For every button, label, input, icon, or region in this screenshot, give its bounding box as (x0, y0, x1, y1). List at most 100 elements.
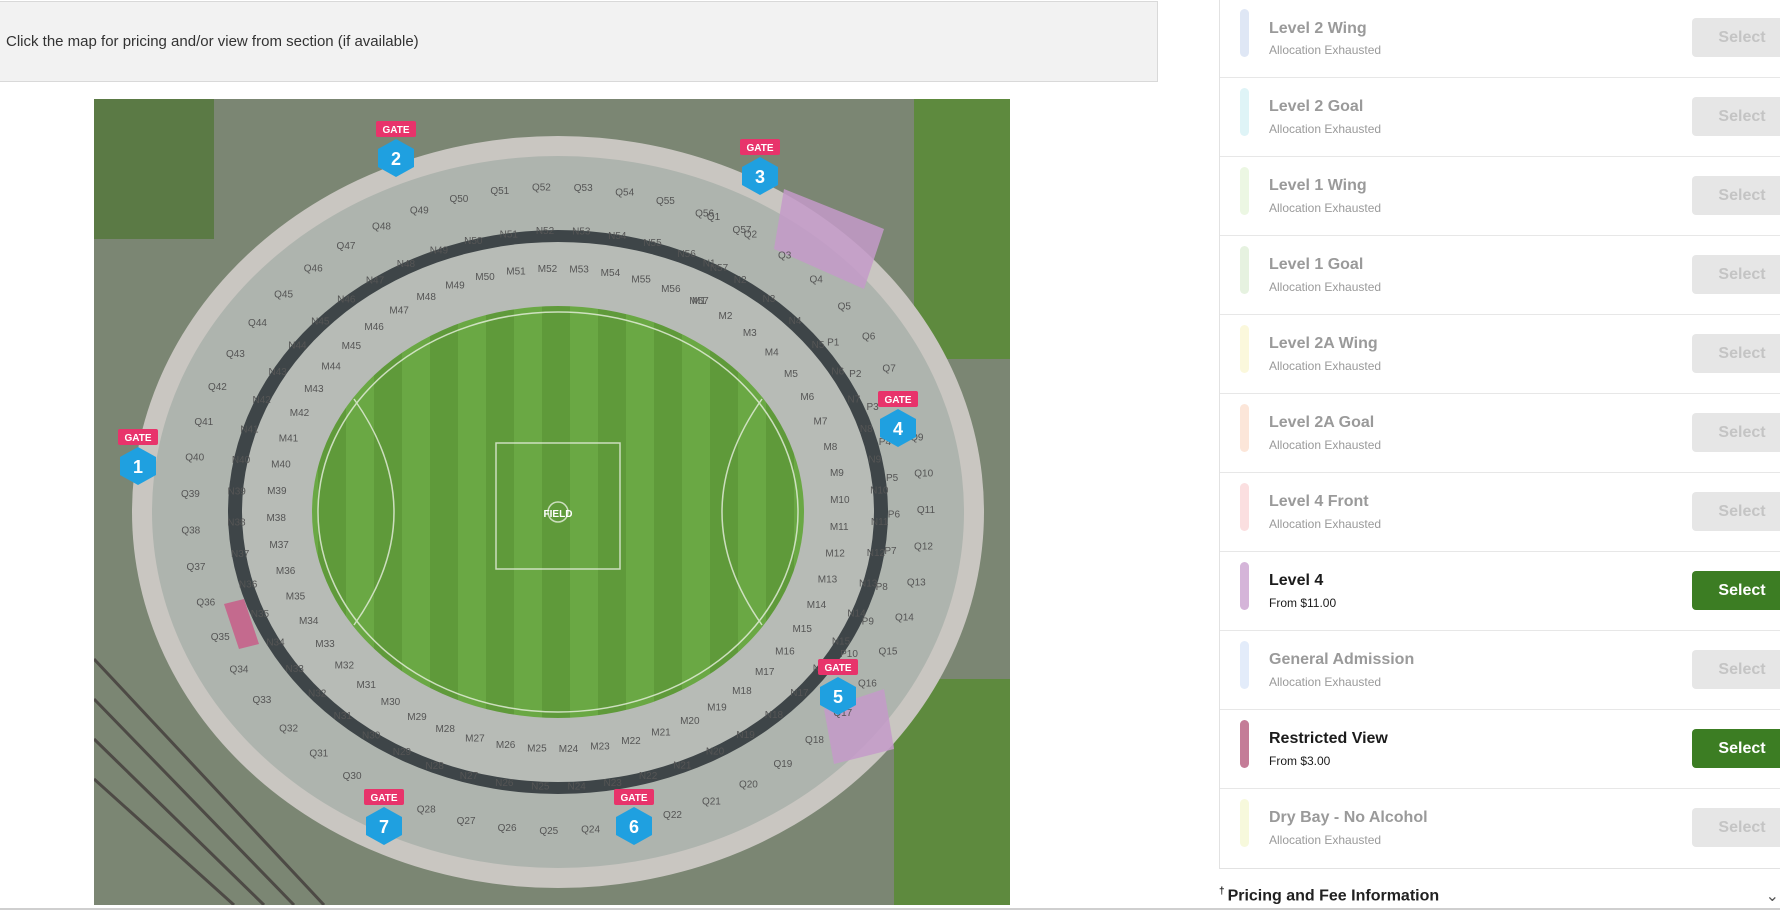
section-label[interactable]: N24 (568, 782, 587, 793)
section-label[interactable]: N51 (500, 229, 519, 240)
section-label[interactable]: P6 (888, 510, 901, 521)
section-label[interactable]: M41 (279, 433, 299, 444)
section-label[interactable]: N6 (831, 366, 844, 377)
section-label[interactable]: P5 (886, 473, 899, 484)
section-label[interactable]: M12 (825, 549, 845, 560)
section-label[interactable]: Q40 (185, 453, 204, 464)
section-label[interactable]: Q52 (532, 182, 551, 193)
section-label[interactable]: Q13 (907, 578, 926, 589)
section-label[interactable]: M57 (689, 296, 709, 307)
section-label[interactable]: M16 (775, 647, 795, 658)
select-button[interactable]: Select (1692, 571, 1780, 610)
section-label[interactable]: M49 (445, 281, 465, 292)
section-label[interactable]: P2 (849, 369, 862, 380)
section-label[interactable]: N54 (608, 231, 627, 242)
section-label[interactable]: N21 (673, 760, 692, 771)
section-label[interactable]: Q56 (695, 209, 714, 220)
section-label[interactable]: N20 (706, 747, 725, 758)
section-label[interactable]: Q21 (702, 797, 721, 808)
section-label[interactable]: N53 (572, 227, 591, 238)
section-label[interactable]: Q16 (858, 678, 877, 689)
section-label[interactable]: M11 (830, 522, 849, 533)
section-label[interactable]: Q28 (417, 805, 436, 816)
section-label[interactable]: Q3 (778, 250, 792, 261)
section-label[interactable]: M10 (830, 495, 850, 506)
section-label[interactable]: M29 (407, 712, 427, 723)
section-label[interactable]: M15 (792, 624, 812, 635)
section-label[interactable]: N32 (308, 689, 327, 700)
section-label[interactable]: N36 (239, 580, 258, 591)
section-label[interactable]: Q43 (226, 349, 245, 360)
section-label[interactable]: M22 (621, 736, 641, 747)
section-label[interactable]: M37 (269, 540, 289, 551)
select-button[interactable]: Select (1692, 729, 1780, 768)
section-label[interactable]: Q27 (457, 816, 476, 827)
section-label[interactable]: M36 (276, 566, 296, 577)
section-label[interactable]: M21 (651, 727, 671, 738)
section-label[interactable]: M50 (475, 272, 495, 283)
section-label[interactable]: Q24 (581, 825, 600, 836)
section-label[interactable]: Q15 (879, 646, 898, 657)
section-label[interactable]: Q5 (838, 302, 852, 313)
section-label[interactable]: Q25 (539, 826, 558, 837)
section-label[interactable]: Q30 (343, 771, 362, 782)
section-label[interactable]: P3 (866, 402, 879, 413)
section-label[interactable]: M8 (823, 442, 837, 453)
section-label[interactable]: M3 (743, 328, 757, 339)
section-label[interactable]: N19 (736, 730, 755, 741)
section-label[interactable]: N48 (397, 259, 416, 270)
section-label[interactable]: Q48 (372, 222, 391, 233)
section-label[interactable]: N38 (227, 518, 246, 529)
section-label[interactable]: N8 (860, 424, 873, 435)
section-label[interactable]: Q22 (663, 810, 682, 821)
section-label[interactable]: N50 (464, 236, 483, 247)
section-label[interactable]: Q46 (304, 264, 323, 275)
section-label[interactable]: N25 (531, 782, 550, 793)
gate-4-marker[interactable]: GATE 4 (878, 391, 918, 447)
gate-7-marker[interactable]: GATE 7 (364, 789, 404, 845)
section-label[interactable]: Q39 (181, 489, 200, 500)
section-label[interactable]: Q51 (490, 186, 509, 197)
section-label[interactable]: N45 (311, 316, 330, 327)
section-label[interactable]: N30 (362, 730, 381, 741)
section-label[interactable]: N9 (868, 454, 881, 465)
section-label[interactable]: M9 (830, 468, 844, 479)
section-label[interactable]: M31 (356, 680, 376, 691)
section-label[interactable]: N33 (286, 664, 305, 675)
gate-1-marker[interactable]: GATE 1 (118, 429, 158, 485)
section-label[interactable]: Q7 (882, 363, 896, 374)
section-label[interactable]: M56 (661, 284, 681, 295)
section-label[interactable]: N12 (867, 548, 886, 559)
section-label[interactable]: N46 (337, 295, 356, 306)
section-label[interactable]: Q20 (739, 780, 758, 791)
section-label[interactable]: Q41 (194, 417, 213, 428)
section-label[interactable]: N49 (430, 246, 449, 257)
section-label[interactable]: M19 (707, 702, 727, 713)
section-label[interactable]: N7 (848, 394, 861, 405)
section-label[interactable]: M13 (818, 575, 838, 586)
gate-3-marker[interactable]: GATE 3 (740, 139, 780, 195)
section-label[interactable]: Q55 (656, 196, 675, 207)
section-label[interactable]: M54 (601, 268, 621, 279)
section-label[interactable]: Q4 (810, 275, 824, 286)
section-label[interactable]: M42 (290, 408, 310, 419)
section-label[interactable]: M39 (267, 486, 287, 497)
section-label[interactable]: N17 (790, 688, 809, 699)
section-label[interactable]: M38 (266, 513, 286, 524)
section-label[interactable]: Q33 (252, 695, 271, 706)
section-label[interactable]: M48 (416, 292, 436, 303)
section-label[interactable]: M23 (590, 741, 610, 752)
section-label[interactable]: Q34 (230, 665, 249, 676)
gate-6-marker[interactable]: GATE 6 (614, 789, 654, 845)
section-label[interactable]: P9 (862, 616, 875, 627)
section-label[interactable]: Q10 (914, 468, 933, 479)
section-label[interactable]: P8 (876, 582, 889, 593)
section-label[interactable]: Q36 (196, 598, 215, 609)
stadium-map[interactable]: Q1Q2Q3Q4Q5Q6Q7Q8Q9Q10Q11Q12Q13Q14Q15Q16Q… (94, 99, 1010, 905)
section-label[interactable]: M6 (800, 392, 814, 403)
section-label[interactable]: N44 (288, 341, 307, 352)
section-label[interactable]: N55 (643, 238, 662, 249)
section-label[interactable]: M35 (286, 592, 306, 603)
section-label[interactable]: M40 (271, 459, 291, 470)
section-label[interactable]: Q19 (773, 759, 792, 770)
